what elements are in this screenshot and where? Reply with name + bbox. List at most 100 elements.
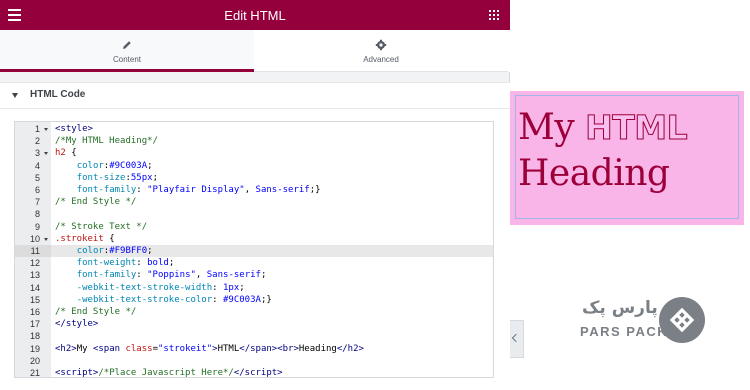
code-line[interactable]: /* End Style */ bbox=[51, 196, 493, 208]
code-token: ; bbox=[152, 172, 158, 183]
code-line[interactable]: </style> bbox=[51, 318, 493, 330]
code-token: color bbox=[76, 160, 104, 171]
code-token: , bbox=[195, 270, 207, 281]
line-number-text: 18 bbox=[29, 331, 40, 342]
code-line[interactable]: /* Stroke Text */ bbox=[51, 221, 493, 233]
fold-arrow-icon[interactable] bbox=[44, 152, 48, 156]
line-number: 1 bbox=[15, 123, 51, 135]
code-editor[interactable]: 1 2 3 4 5 6 7 8 9 10 11 12 13 14 15 16 17 18 19 20 21 <style… bbox=[14, 121, 494, 378]
line-number: 13 bbox=[15, 269, 51, 281]
code-token: ; bbox=[239, 282, 245, 293]
code-token: "Playfair Display" bbox=[147, 185, 245, 195]
collapse-panel-button[interactable] bbox=[510, 320, 524, 358]
code-token: Sans-serif bbox=[206, 270, 261, 281]
heading-line1: My bbox=[518, 107, 575, 148]
line-number-text: 20 bbox=[29, 355, 40, 366]
code-token: color bbox=[76, 246, 104, 256]
code-line[interactable]: font-family: "Poppins", Sans-serif; bbox=[51, 269, 493, 281]
line-number: 10 bbox=[15, 233, 51, 245]
code-line[interactable]: /* End Style */ bbox=[51, 306, 493, 318]
code-token: { bbox=[103, 233, 115, 244]
code-token: #9C003A bbox=[223, 294, 261, 305]
code-token: "Poppins" bbox=[147, 270, 196, 281]
code-line[interactable]: .strokeit { bbox=[51, 233, 493, 245]
code-token: /*Place Javascript Here*/ bbox=[98, 368, 234, 378]
fold-arrow-icon[interactable] bbox=[44, 128, 48, 131]
line-number-text: 9 bbox=[34, 221, 40, 232]
tab-advanced[interactable]: Advanced bbox=[254, 30, 508, 72]
line-number-text: 19 bbox=[29, 343, 40, 354]
line-number-text: 13 bbox=[29, 270, 40, 281]
editor-panel: Edit HTML Content Advanced HTML Code 123… bbox=[0, 0, 510, 390]
tab-content-label: Content bbox=[112, 55, 142, 64]
code-token: class bbox=[125, 343, 153, 354]
line-number-text: 14 bbox=[29, 282, 40, 293]
line-number: 6 bbox=[15, 184, 51, 196]
code-token: 55px bbox=[130, 172, 153, 183]
line-number-text: 16 bbox=[29, 307, 40, 317]
line-number: 16 bbox=[15, 306, 51, 318]
code-token: ;} bbox=[309, 185, 321, 195]
code-line[interactable]: font-size:55px; bbox=[51, 172, 493, 184]
line-number-text: 10 bbox=[29, 233, 40, 244]
line-gutter: 1 2 3 4 5 6 7 8 9 10 11 12 13 14 15 16 17 18 19 20 21 bbox=[15, 122, 51, 377]
line-number: 12 bbox=[15, 257, 51, 269]
code-line[interactable]: font-weight: bold; bbox=[51, 257, 493, 269]
code-line[interactable]: <h2>My <span class="strokeit">HTML</span… bbox=[51, 343, 493, 355]
code-token: h2 bbox=[55, 148, 66, 159]
line-number-text: 11 bbox=[30, 246, 40, 256]
code-token: /*My HTML Heading*/ bbox=[55, 136, 158, 147]
code-token: My bbox=[76, 343, 93, 354]
code-line[interactable]: color:#9C003A; bbox=[51, 160, 493, 172]
code-line[interactable]: font-family: "Playfair Display", Sans-se… bbox=[51, 184, 493, 196]
code-token: <h2> bbox=[55, 343, 77, 354]
code-line[interactable] bbox=[51, 208, 493, 220]
code-token: <span bbox=[92, 343, 126, 354]
line-number: 20 bbox=[15, 355, 51, 367]
tab-content[interactable]: Content bbox=[0, 30, 254, 72]
heading-preview: My HTML Heading bbox=[510, 91, 744, 225]
line-number-text: 3 bbox=[34, 148, 40, 159]
code-line[interactable]: h2 { bbox=[51, 147, 493, 159]
line-number: 11 bbox=[15, 245, 51, 258]
code-token: { bbox=[65, 148, 77, 159]
heading-line2: Heading bbox=[518, 153, 670, 194]
code-line[interactable]: color:#F9BFF0; bbox=[51, 245, 493, 258]
section-label: HTML Code bbox=[30, 89, 86, 100]
code-line[interactable]: <style> bbox=[51, 123, 493, 135]
tab-advanced-label: Advanced bbox=[363, 55, 399, 64]
line-number: 7 bbox=[15, 196, 51, 208]
line-number-text: 15 bbox=[29, 294, 40, 305]
code-token: /* End Style */ bbox=[55, 197, 137, 208]
logo-text-fa: پارس پک bbox=[582, 298, 658, 318]
logo-mark-icon bbox=[659, 297, 705, 343]
logo: پارس پک PARS PACK bbox=[578, 296, 708, 346]
section-html-code[interactable]: HTML Code bbox=[0, 82, 510, 109]
code-line[interactable]: -webkit-text-stroke-color: #9C003A;} bbox=[51, 294, 493, 306]
line-number: 2 bbox=[15, 135, 51, 147]
code-line[interactable] bbox=[51, 330, 493, 342]
panel-title: Edit HTML bbox=[224, 8, 286, 23]
grid-icon[interactable] bbox=[489, 10, 499, 20]
fold-arrow-icon[interactable] bbox=[44, 237, 48, 241]
line-number-text: 12 bbox=[29, 258, 40, 269]
line-number-text: 8 bbox=[34, 209, 40, 220]
logo-text-en: PARS PACK bbox=[580, 324, 669, 339]
line-number: 17 bbox=[15, 318, 51, 330]
code-token: </script> bbox=[233, 368, 283, 378]
gear-icon bbox=[254, 39, 508, 51]
code-token: font-size bbox=[76, 172, 126, 183]
code-token: /* End Style */ bbox=[55, 307, 137, 317]
code-token: #9C003A bbox=[109, 160, 148, 171]
line-number-text: 4 bbox=[34, 160, 40, 171]
code-line[interactable]: /*My HTML Heading*/ bbox=[51, 135, 493, 147]
line-number-text: 1 bbox=[34, 124, 40, 134]
code-line[interactable] bbox=[51, 355, 493, 367]
code-line[interactable]: <script>/*Place Javascript Here*/</scrip… bbox=[51, 367, 493, 378]
code-line[interactable]: -webkit-text-stroke-width: 1px; bbox=[51, 282, 493, 294]
code-token: <script> bbox=[55, 368, 99, 378]
